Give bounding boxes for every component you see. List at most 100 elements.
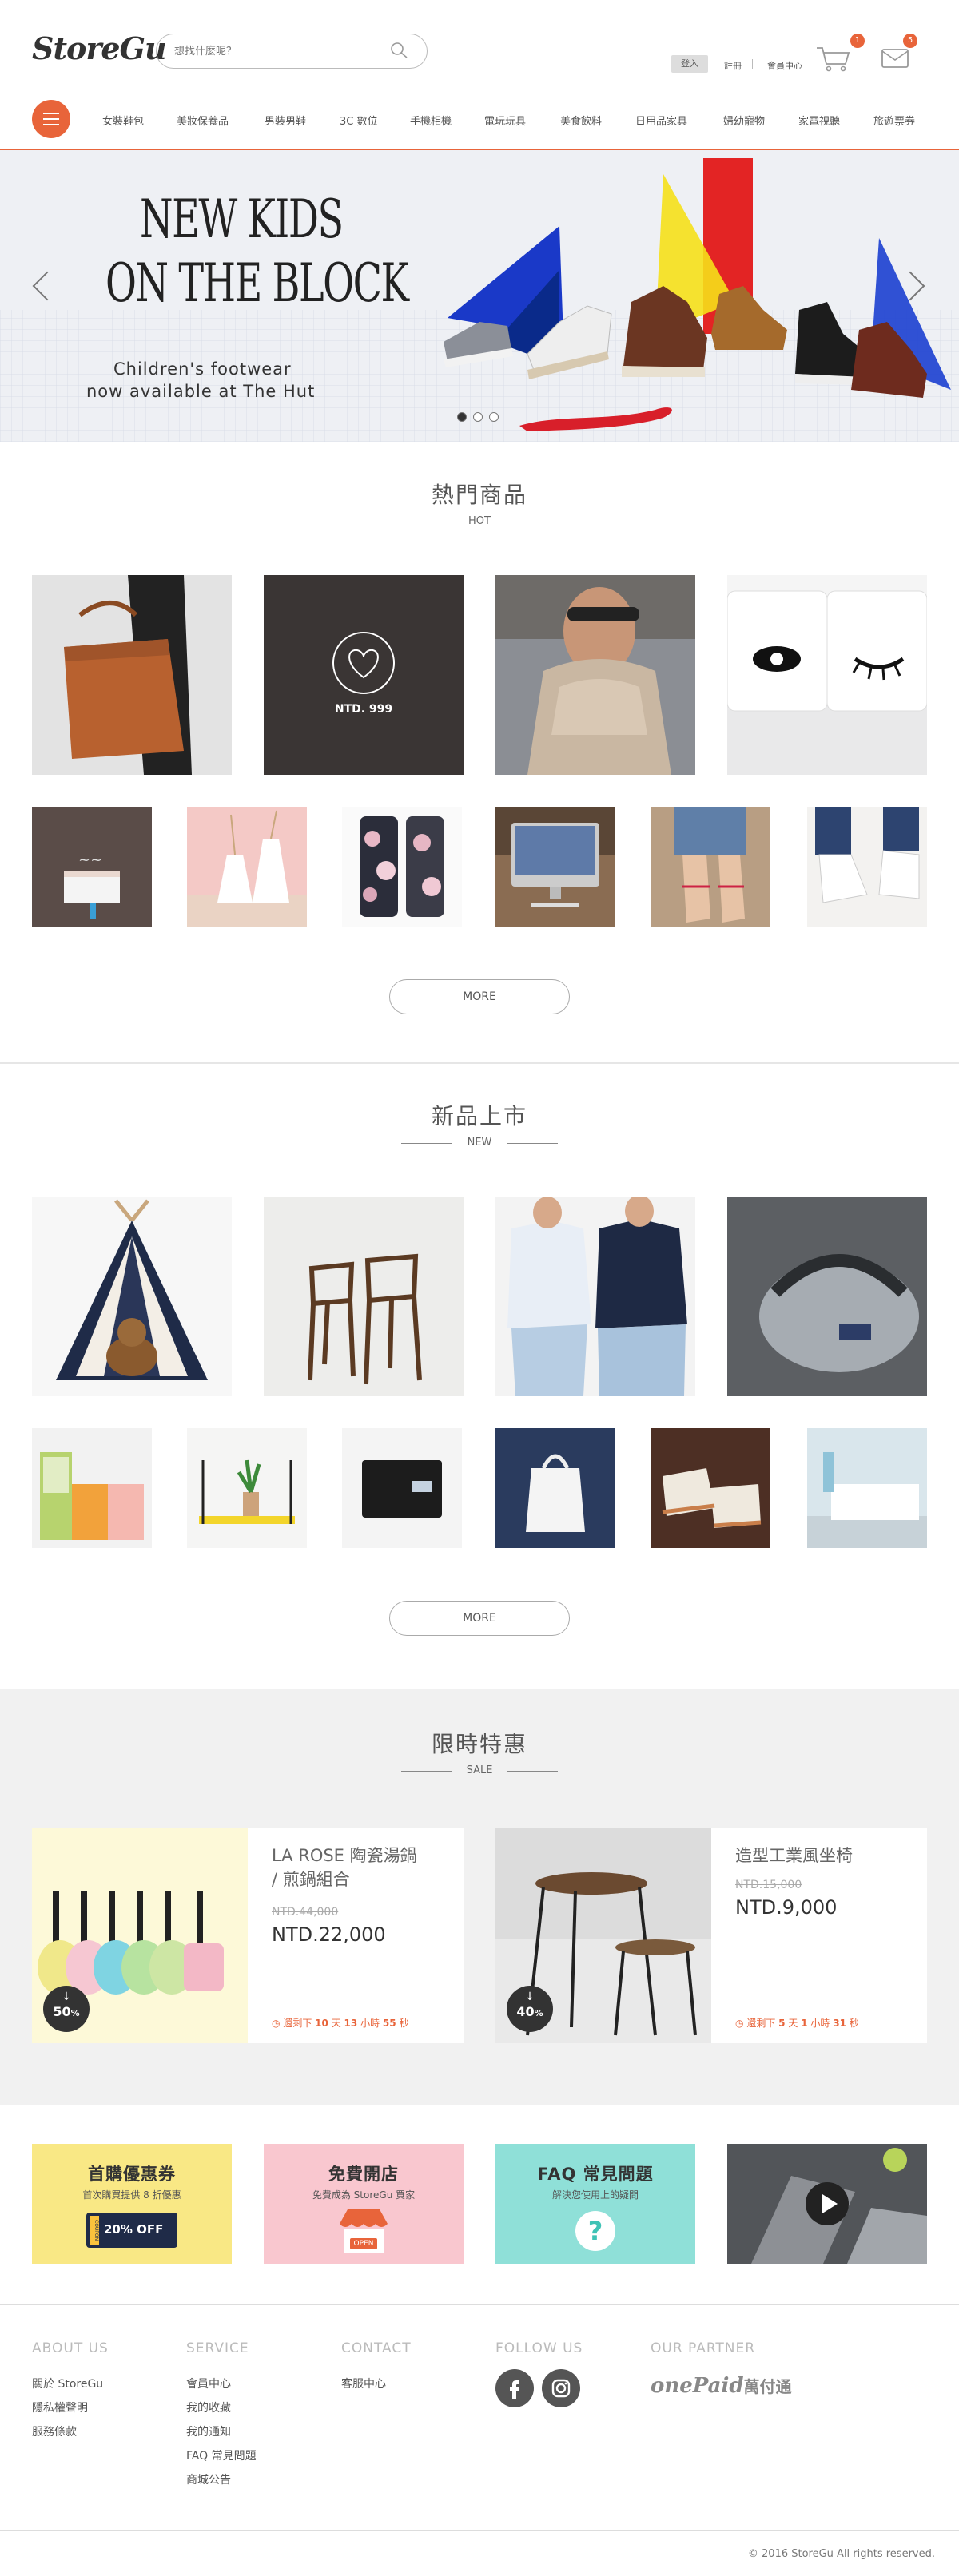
mail-icon [881,49,909,68]
nav-category[interactable]: 女裝鞋包 [102,113,144,128]
product-image-wall-shelf [187,1428,307,1548]
product-tile[interactable] [495,1197,695,1396]
product-tile[interactable] [807,1428,927,1548]
promo-title: 免費開店 [328,2165,399,2184]
product-tile[interactable] [32,1197,232,1396]
video-banner[interactable] [727,2144,927,2264]
footer-service-heading: SERVICE [186,2340,249,2356]
product-tile[interactable] [651,807,770,927]
slide-dot[interactable] [473,412,483,422]
slide-dot[interactable] [457,412,467,422]
hot-section-subtitle: HOT [468,515,491,527]
footer-link[interactable]: 商城公告 [186,2468,257,2492]
hero-subtitle-line1: Children's footwear [113,359,292,379]
product-image-wooden-chairs [264,1197,464,1396]
member-center-link[interactable]: 會員中心 [767,59,802,72]
discount-value: 50 [53,2004,71,2019]
footer-link[interactable]: 客服中心 [341,2372,386,2396]
footer-follow-heading: FOLLOW US [495,2340,583,2356]
promo-description: 首次購買提供 8 折優惠 [82,2189,181,2201]
footer-link[interactable]: 關於 StoreGu [32,2372,103,2396]
footer-contact-links: 客服中心 [341,2372,386,2396]
product-image-duffel-bag [727,1197,927,1396]
original-price: NTD.15,000 [735,1879,802,1891]
open-store-banner[interactable]: 免費開店 免費成為 StoreGu 買家 OPEN [264,2144,464,2264]
menu-button[interactable] [32,100,70,138]
instagram-icon [551,2379,571,2398]
sale-card[interactable]: ↓ 40% 造型工業風坐椅 NTD.15,000 NTD.9,000 ◷ 還剩下… [495,1828,927,2043]
product-tile[interactable] [495,807,615,927]
nav-category[interactable]: 旅遊票券 [873,113,915,128]
facebook-button[interactable] [495,2369,534,2407]
first-purchase-coupon-banner[interactable]: 首購優惠券 首次購買提供 8 折優惠 COUPON 20% OFF [32,2144,232,2264]
nav-category[interactable]: 美妝保養品 [177,113,229,128]
cart-count-badge: 1 [850,34,865,48]
product-tile[interactable] [495,1428,615,1548]
title-underline-right [507,1771,558,1772]
instagram-button[interactable] [542,2369,580,2407]
product-tile[interactable] [727,1197,927,1396]
product-tile[interactable] [342,1428,462,1548]
coupon-side-label: COUPON [90,2216,99,2245]
nav-category[interactable]: 美食飲料 [560,113,602,128]
product-tile[interactable] [727,575,927,775]
play-button[interactable] [806,2182,849,2225]
cart-button[interactable] [815,45,852,72]
storegu-logo[interactable]: StoreGu [32,30,167,66]
mail-button[interactable] [881,46,909,69]
partner-name: onePaid [651,2374,744,2398]
login-button[interactable]: 登入 [671,55,708,73]
hot-more-button[interactable]: MORE [389,979,570,1014]
product-tile[interactable] [342,807,462,927]
slide-dot[interactable] [489,412,499,422]
timer-label: 還剩下 [283,2018,312,2029]
product-tile[interactable] [807,807,927,927]
product-tile[interactable] [187,807,307,927]
new-more-button[interactable]: MORE [389,1601,570,1636]
discount-badge: ↓ 50% [43,1986,90,2032]
product-tile[interactable] [651,1428,770,1548]
search-icon[interactable] [390,42,408,59]
timer-hour-unit: 小時 [810,2018,830,2029]
timer-sec-unit: 秒 [849,2018,859,2029]
search-input[interactable] [174,43,382,59]
countdown-timer: ◷ 還剩下 10 天 13 小時 55 秒 [272,2016,408,2030]
new-section-title: 新品上市 [431,1103,527,1129]
nav-category[interactable]: 婦幼寵物 [723,113,765,128]
hero-banner[interactable]: NEW KIDS ON THE BLOCK Children's footwea… [0,150,959,442]
product-image-sneakers [807,807,927,927]
footer-link[interactable]: FAQ 常見問題 [186,2444,257,2468]
nav-category[interactable]: 3C 數位 [340,113,377,128]
sale-product-name: LA ROSE 陶瓷湯鍋 [272,1846,417,1865]
timer-label: 還剩下 [746,2018,776,2029]
section-divider [0,1062,959,1064]
footer-link[interactable]: 隱私權聲明 [32,2396,103,2420]
register-link[interactable]: 註冊 [724,59,742,72]
faq-banner[interactable]: FAQ 常見問題 解決您使用上的疑問 ? [495,2144,695,2264]
product-image-cake: ~~ [32,807,152,927]
product-tile[interactable] [32,575,232,775]
product-tile[interactable]: NTD. 999 [264,575,464,775]
onepaid-logo[interactable]: onePaid萬付通 [651,2374,792,2398]
nav-category[interactable]: 家電視聽 [798,113,840,128]
nav-category[interactable]: 男裝男鞋 [265,113,306,128]
product-tile[interactable]: ~~ [32,807,152,927]
product-image-shelf [32,1428,152,1548]
product-tile[interactable] [495,575,695,775]
play-icon [822,2194,838,2213]
nav-category[interactable]: 電玩玩具 [484,113,526,128]
nav-category[interactable]: 日用品家具 [635,113,687,128]
product-tile[interactable] [264,1197,464,1396]
footer-link[interactable]: 會員中心 [186,2372,257,2396]
nav-category[interactable]: 手機相機 [410,113,452,128]
footer-link[interactable]: 我的通知 [186,2420,257,2444]
product-tile[interactable] [187,1428,307,1548]
footer-link[interactable]: 服務條款 [32,2420,103,2444]
footer-link[interactable]: 我的收藏 [186,2396,257,2420]
product-tile[interactable] [32,1428,152,1548]
down-arrow-icon: ↓ [62,1991,71,2003]
facebook-icon [510,2380,519,2399]
sale-card[interactable]: ↓ 50% LA ROSE 陶瓷湯鍋 / 煎鍋組合 NTD.44,000 NTD… [32,1828,464,2043]
timer-days: 10 [315,2018,328,2029]
countdown-timer: ◷ 還剩下 5 天 1 小時 31 秒 [735,2016,859,2030]
